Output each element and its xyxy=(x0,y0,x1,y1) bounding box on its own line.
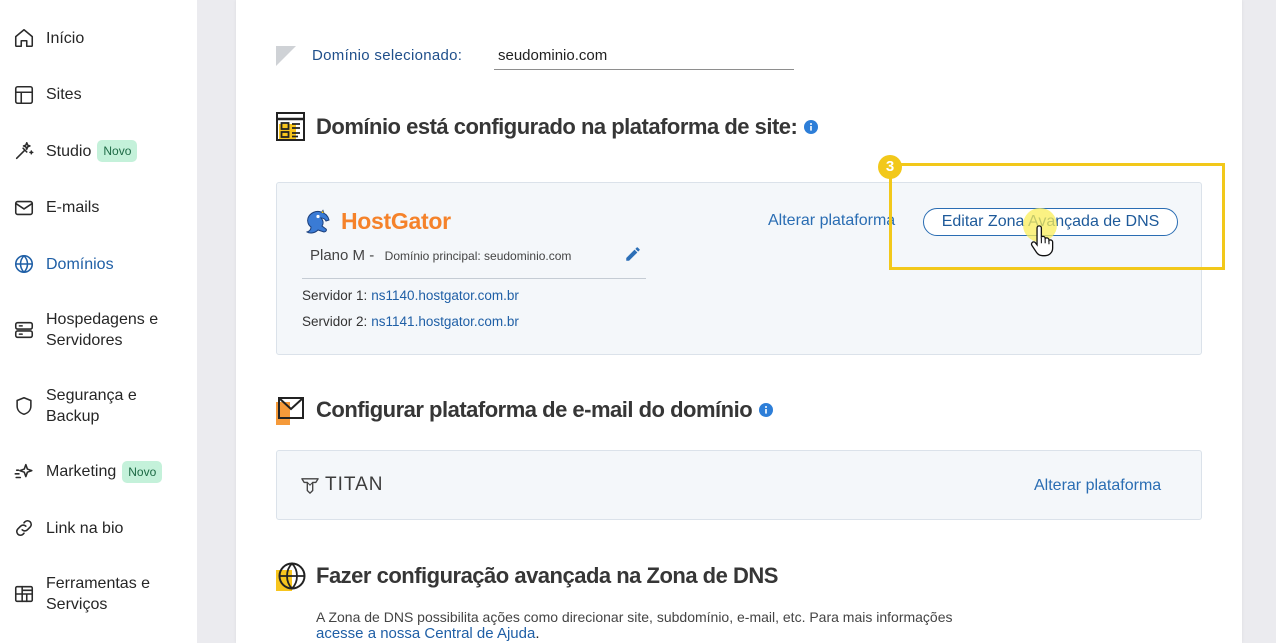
server-icon xyxy=(13,319,35,341)
site-platform-title: Domínio está configurado na plataforma d… xyxy=(316,114,798,139)
dns-help-line: acesse a nossa Central de Ajuda. xyxy=(316,626,539,642)
home-icon xyxy=(13,27,35,49)
titan-logo-text: TITAN xyxy=(325,474,384,495)
sidebar-item-label: Hospedagens e Servidores xyxy=(46,311,159,350)
sidebar-item-label: Início xyxy=(46,29,85,47)
sidebar-item-emails[interactable]: E-mails xyxy=(0,180,197,237)
sidebar-item-studio[interactable]: Studio Novo xyxy=(0,123,197,180)
sidebar-item-label: Ferramentas e Serviços xyxy=(46,575,151,614)
sparkle-icon xyxy=(13,461,35,483)
titan-logo-icon xyxy=(301,478,319,494)
new-badge: Novo xyxy=(122,460,163,483)
email-platform-title: Configurar plataforma de e-mail do domín… xyxy=(316,397,753,422)
main-content: Domínio selecionado: seudominio.com Domí… xyxy=(236,0,1242,643)
layout-icon xyxy=(13,84,35,106)
change-email-platform-link[interactable]: Alterar plataforma xyxy=(1034,476,1161,496)
sidebar-item-link-na-bio[interactable]: Link na bio xyxy=(0,500,197,557)
shield-icon xyxy=(13,395,35,417)
plan-name: Plano M - xyxy=(310,247,375,264)
sidebar-item-ferramentas[interactable]: Ferramentas e Serviços xyxy=(0,557,197,633)
envelope-icon xyxy=(13,197,35,219)
step-highlight-box xyxy=(889,163,1225,270)
server-label: Servidor 2: xyxy=(302,314,368,329)
toolbox-icon xyxy=(13,583,35,605)
sidebar-item-label: Segurança e Backup xyxy=(46,386,137,425)
hand-cursor-icon xyxy=(1030,225,1054,257)
domain-selector-label: Domínio selecionado: xyxy=(312,47,463,64)
change-site-platform-link[interactable]: Alterar plataforma xyxy=(768,211,895,231)
triangle-icon xyxy=(276,46,296,66)
sidebar-item-label: Domínios xyxy=(46,255,114,273)
dns-zone-globe-icon xyxy=(276,562,306,591)
site-platform-icon xyxy=(276,112,305,141)
divider xyxy=(302,278,646,279)
help-center-link[interactable]: acesse a nossa Central de Ajuda xyxy=(316,625,535,642)
email-platform-card: TITAN Alterar plataforma xyxy=(276,450,1202,520)
email-platform-icon xyxy=(276,397,304,425)
dns-zone-title: Fazer configuração avançada na Zona de D… xyxy=(316,563,778,588)
site-platform-heading: Domínio está configurado na plataforma d… xyxy=(316,114,819,140)
dns-zone-description: A Zona de DNS possibilita ações como dir… xyxy=(316,609,953,625)
step-number-badge: 3 xyxy=(878,155,902,179)
sidebar-item-label: Studio xyxy=(46,142,92,160)
sidebar-item-marketing[interactable]: Marketing Novo xyxy=(0,444,197,501)
info-icon[interactable] xyxy=(759,403,774,417)
server-value-link[interactable]: ns1140.hostgator.com.br xyxy=(371,288,519,303)
hostgator-logo-text: HostGator xyxy=(341,208,451,234)
hostgator-mascot-icon xyxy=(305,209,330,234)
sidebar-item-seguranca[interactable]: Segurança e Backup xyxy=(0,368,197,444)
info-icon[interactable] xyxy=(804,120,819,134)
magic-wand-icon xyxy=(13,140,35,162)
sidebar-item-sites[interactable]: Sites xyxy=(0,67,197,124)
sidebar-item-inicio[interactable]: Início xyxy=(0,10,197,67)
sidebar-item-label: Sites xyxy=(46,86,82,104)
globe-icon xyxy=(13,253,35,275)
server-row: Servidor 1: ns1140.hostgator.com.br xyxy=(302,287,519,305)
pencil-icon[interactable] xyxy=(624,245,642,263)
dns-zone-heading: Fazer configuração avançada na Zona de D… xyxy=(316,563,778,589)
server-label: Servidor 1: xyxy=(302,288,368,303)
sidebar-item-label: Marketing xyxy=(46,463,117,481)
help-suffix: . xyxy=(535,625,540,642)
sidebar-item-hospedagens[interactable]: Hospedagens e Servidores xyxy=(0,293,197,369)
link-icon xyxy=(13,517,35,539)
sidebar-item-dominios[interactable]: Domínios xyxy=(0,236,197,293)
server-value-link[interactable]: ns1141.hostgator.com.br xyxy=(371,314,519,329)
sidebar-item-label: E-mails xyxy=(46,199,100,217)
server-row: Servidor 2: ns1141.hostgator.com.br xyxy=(302,313,519,331)
domain-select-input[interactable]: seudominio.com xyxy=(494,45,794,70)
new-badge: Novo xyxy=(97,140,138,163)
main-domain: Domínio principal: seudominio.com xyxy=(384,249,572,263)
sidebar: Início Sites Studio Novo E-mails Domínio… xyxy=(0,0,197,643)
sidebar-item-label: Link na bio xyxy=(46,519,124,537)
email-platform-heading: Configurar plataforma de e-mail do domín… xyxy=(316,397,774,423)
plan-info: Plano M - Domínio principal: seudominio.… xyxy=(310,247,571,265)
